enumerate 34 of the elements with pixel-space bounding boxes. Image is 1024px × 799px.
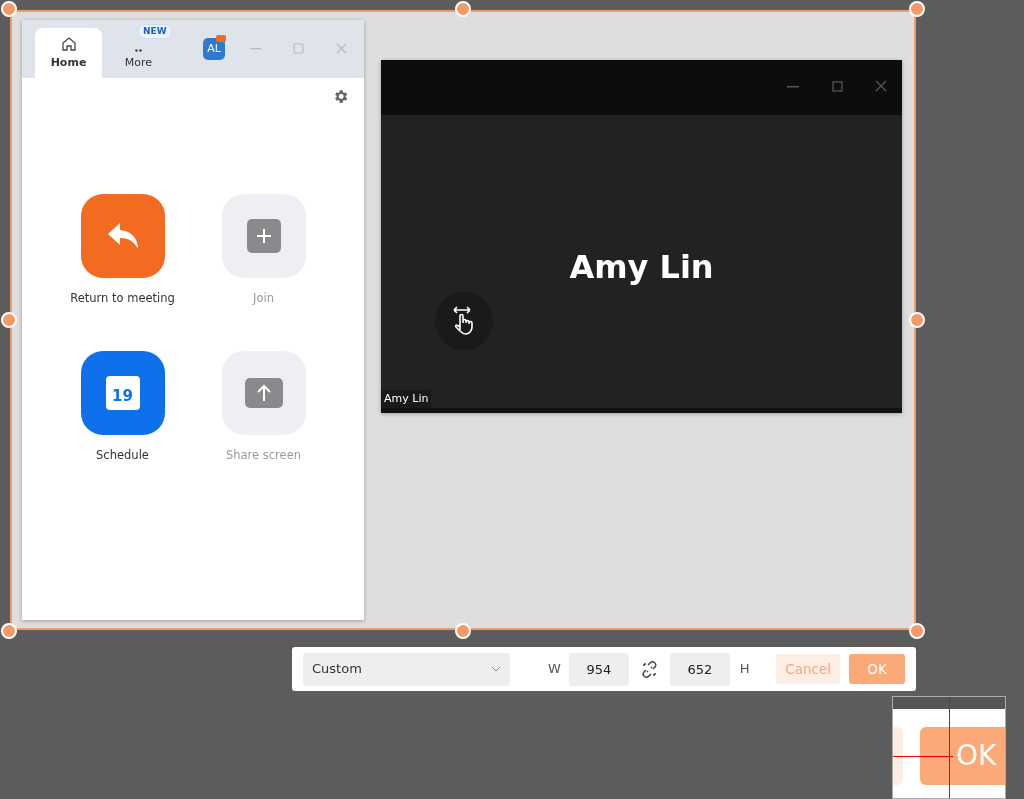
settings-icon[interactable] <box>332 88 349 105</box>
resize-handle[interactable] <box>909 1 925 17</box>
participant-name: Amy Lin <box>568 247 715 288</box>
magnified-ok-label: OK <box>956 738 997 774</box>
return-button[interactable] <box>80 194 165 278</box>
resize-handle[interactable] <box>1 1 17 17</box>
resize-handle[interactable] <box>909 312 925 328</box>
width-field[interactable]: 954 <box>568 652 629 686</box>
unlink-icon[interactable] <box>640 660 658 678</box>
resize-handle[interactable] <box>455 1 471 17</box>
resize-handle[interactable] <box>1 312 17 328</box>
plus-icon <box>246 219 281 253</box>
chevron-down-icon <box>491 666 501 672</box>
resize-handle[interactable] <box>455 623 471 639</box>
avatar[interactable]: AL <box>203 38 225 60</box>
action-label: Schedule <box>96 447 149 465</box>
dots-icon <box>135 49 142 52</box>
name-tag: Amy Lin <box>381 389 432 408</box>
close-icon[interactable] <box>875 80 887 92</box>
resize-handle[interactable] <box>909 623 925 639</box>
action-label: Return to meeting <box>70 290 175 307</box>
resize-handle[interactable] <box>1 623 17 639</box>
action-label: Join <box>253 290 274 307</box>
schedule-button[interactable]: 19 <box>80 351 165 436</box>
home-icon <box>60 36 77 52</box>
width-label: W <box>548 660 561 679</box>
calendar-icon: 19 <box>105 376 140 411</box>
new-badge: NEW <box>138 24 172 39</box>
camera-badge-icon <box>216 35 226 42</box>
action-label: Share screen <box>225 447 302 465</box>
height-label: H <box>739 660 750 679</box>
tab[interactable]: Home <box>35 28 102 78</box>
preset-dropdown[interactable]: Custom <box>303 652 510 686</box>
height-field[interactable]: 652 <box>669 652 730 686</box>
